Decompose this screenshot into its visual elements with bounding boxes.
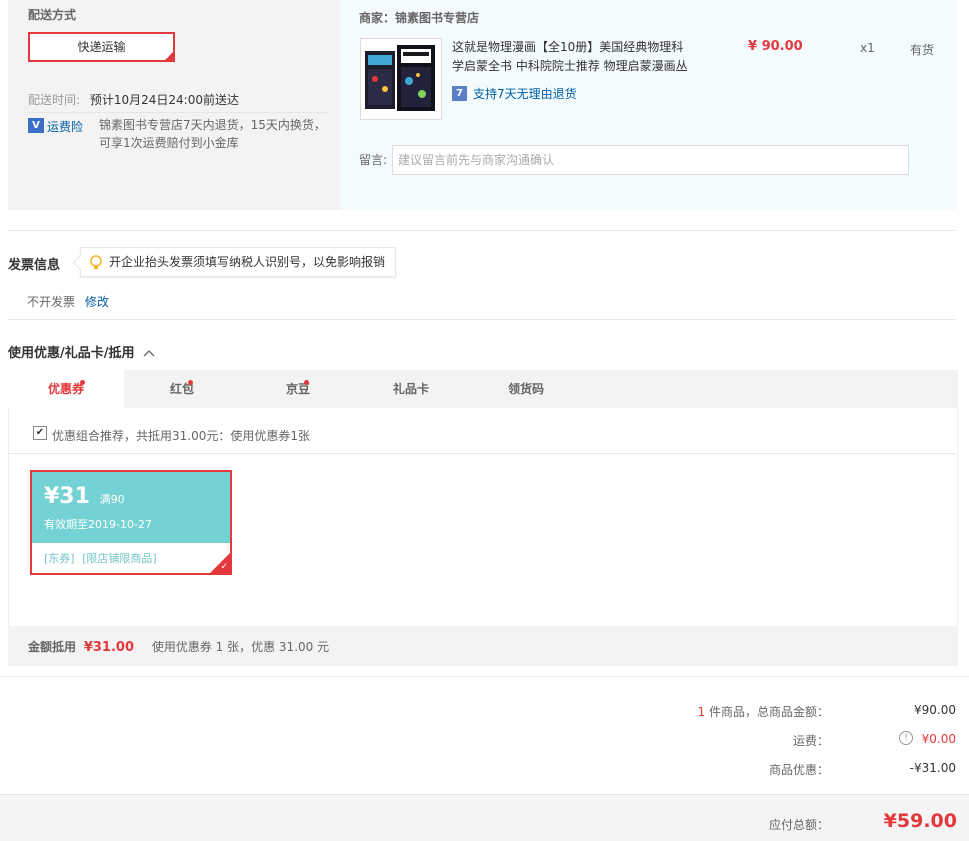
discount-summary: 金额抵用 ¥31.00 使用优惠券 1 张，优惠 31.00 元 (8, 626, 958, 666)
goods-count-label: 件商品，总商品金额： (708, 705, 829, 719)
tab-gift-card[interactable]: 礼品卡 (356, 370, 466, 408)
coupon-tags: [东券] [限店铺限商品] (44, 550, 157, 566)
discount-label: 商品优惠： (768, 763, 829, 777)
new-dot-icon (80, 380, 85, 385)
divider (28, 112, 328, 113)
tab-red-packet[interactable]: 红包 (124, 370, 240, 408)
summary-desc: 使用优惠券 1 张，优惠 31.00 元 (151, 640, 330, 654)
summary-label: 金额抵用 (28, 640, 77, 654)
product-title-link[interactable]: 这就是物理漫画【全10册】美国经典物理科学启蒙全书 中科院院士推荐 物理启蒙漫画… (452, 38, 692, 76)
new-dot-icon (304, 380, 309, 385)
stock-status: 有货 (910, 43, 935, 57)
tooltip-arrow (72, 254, 89, 271)
lightbulb-icon (90, 255, 102, 269)
invoice-tip-text: 开企业抬头发票须填写纳税人识别号，以免影响报销 (109, 255, 386, 269)
coupon-card[interactable]: ¥31 满90 有效期至2019-10-27 [东券] [限店铺限商品] ✓ (30, 470, 232, 575)
discount-section-toggle[interactable]: 使用优惠/礼品卡/抵用 (8, 342, 155, 361)
shop-panel: 商家：锦素图书专营店 这就是物理漫画【全10册】美国经典物理科学启蒙全书 中科院… (340, 0, 957, 210)
shipping-method-button[interactable]: 快递运输 ✓ (28, 32, 175, 62)
goods-amount-label: 1 件商品，总商品金额： (698, 703, 829, 720)
coupon-tag: [限店铺限商品] (82, 552, 157, 565)
product-image[interactable] (360, 38, 442, 120)
delivery-time-value: 预计10月24日24:00前送达 (89, 93, 239, 107)
shipping-panel: 配送方式 快递运输 ✓ 配送时间: 预计10月24日24:00前送达 V 运费险… (8, 0, 340, 210)
recommend-text: 优惠组合推荐，共抵用31.00元：使用优惠券1张 (52, 429, 310, 443)
insurance-link[interactable]: 运费险 (47, 118, 83, 135)
tab-coupon[interactable]: 优惠券 (8, 370, 124, 408)
recommend-checkbox[interactable]: ✔ (33, 426, 47, 440)
tab-pickup-code[interactable]: 领货码 (468, 370, 584, 408)
check-icon: ✓ (220, 562, 228, 572)
coupon-tag: [东券] (44, 552, 75, 565)
goods-amount: ¥90.00 (914, 703, 956, 717)
product-price: ¥ 90.00 (748, 39, 803, 54)
new-dot-icon (188, 380, 193, 385)
payable-label: 应付总额： (768, 818, 829, 832)
product-qty: x1 (860, 41, 875, 55)
freight-amount: ¥0.00 (921, 732, 956, 746)
invoice-tip: 开企业抬头发票须填写纳税人识别号，以免影响报销 (72, 247, 397, 277)
invoice-edit-link[interactable]: 修改 (85, 295, 109, 309)
merchant-name: 商家：锦素图书专营店 (359, 11, 480, 25)
discount-title: 使用优惠/礼品卡/抵用 (8, 346, 135, 361)
message-input[interactable]: 建议留言前先与商家沟通确认 (392, 145, 909, 175)
message-label: 留言: (359, 153, 388, 167)
tab-jingdou[interactable]: 京豆 (240, 370, 356, 408)
shipping-method-label: 快递运输 (77, 40, 126, 54)
divider (8, 230, 956, 231)
shipping-title: 配送方式 (28, 8, 77, 22)
delivery-time-label: 配送时间: (28, 93, 81, 107)
divider (8, 319, 956, 320)
discount-summary-row: 金额抵用 ¥31.00 使用优惠券 1 张，优惠 31.00 元 (28, 638, 329, 655)
info-icon[interactable]: ! (899, 731, 913, 745)
book-cover-icon (365, 45, 435, 111)
coupon-face: ¥31 满90 有效期至2019-10-27 (32, 472, 230, 543)
return-policy-link[interactable]: 支持7天无理由退货 (473, 85, 577, 102)
discount-tabs: 优惠券 红包 京豆 礼品卡 领货码 (8, 370, 958, 408)
payable-amount: ¥59.00 (883, 810, 957, 832)
summary-amount: ¥31.00 (83, 640, 135, 655)
coupon-condition: 满90 (99, 493, 125, 506)
chevron-up-icon (143, 350, 155, 357)
invoice-status: 不开发票 (27, 295, 76, 309)
check-icon: ✓ (165, 52, 172, 61)
tab-gift-card-label: 礼品卡 (392, 382, 429, 396)
insurance-badge-icon: V (28, 118, 44, 133)
tab-pickup-code-label: 领货码 (507, 382, 544, 396)
delivery-time-row: 配送时间: 预计10月24日24:00前送达 (28, 91, 239, 108)
return-badge-icon: 7 (452, 86, 467, 101)
invoice-status-row: 不开发票 修改 (27, 293, 109, 310)
payable-bar: 应付总额： ¥59.00 (0, 794, 969, 841)
divider (9, 453, 956, 454)
coupon-valid-date: 有效期至2019-10-27 (44, 518, 152, 531)
freight-label: 运费： (792, 734, 829, 748)
insurance-desc: 锦素图书专营店7天内退货，15天内换货，可享1次运费赔付到小金库 (99, 118, 326, 150)
tab-coupon-label: 优惠券 (47, 382, 84, 396)
goods-count: 1 (697, 705, 706, 719)
discount-amount: -¥31.00 (909, 761, 956, 775)
coupon-amount-value: ¥31 (44, 484, 90, 509)
coupon-amount: ¥31 满90 (44, 484, 125, 509)
divider (0, 676, 969, 677)
invoice-title: 发票信息 (8, 258, 61, 273)
